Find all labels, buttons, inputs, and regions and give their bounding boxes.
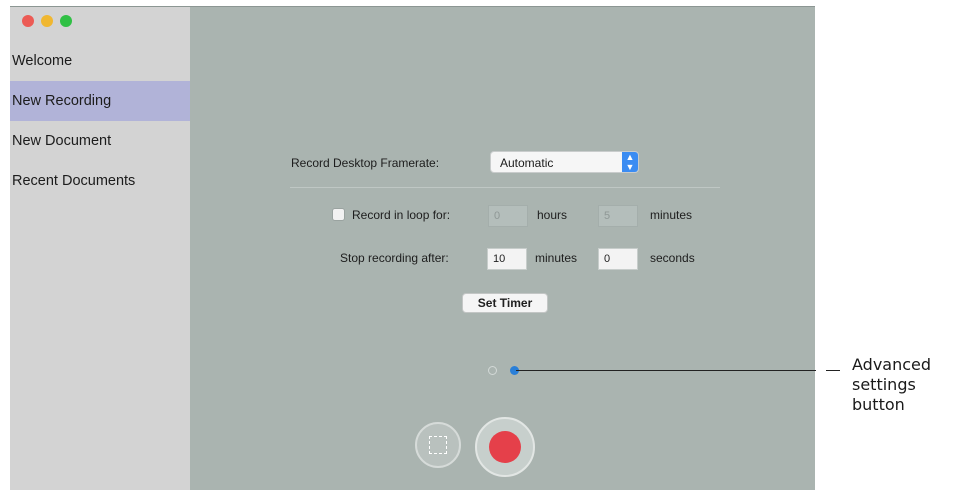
stop-seconds-label: seconds xyxy=(650,251,695,265)
main-panel: Record Desktop Framerate: Automatic ▲ ▼ R… xyxy=(190,7,815,490)
framerate-value: Automatic xyxy=(500,156,554,170)
area-select-button[interactable] xyxy=(415,422,461,468)
sidebar-item-welcome[interactable]: Welcome xyxy=(10,41,190,81)
callout-line-3: button xyxy=(852,395,905,414)
stop-minutes-field[interactable]: 10 xyxy=(487,248,527,270)
loop-checkbox[interactable] xyxy=(332,208,345,221)
loop-hours-label: hours xyxy=(537,208,568,222)
minimize-icon[interactable] xyxy=(41,15,53,27)
loop-minutes-field[interactable]: 5 xyxy=(598,205,638,227)
app-window: Welcome New Recording New Document Recen… xyxy=(10,6,815,490)
record-icon xyxy=(489,431,521,463)
page-dot-basic[interactable] xyxy=(488,366,497,375)
framerate-label: Record Desktop Framerate: xyxy=(291,156,440,170)
loop-minutes-label: minutes xyxy=(650,208,693,222)
callout-line xyxy=(826,370,840,371)
callout-line xyxy=(516,370,816,371)
callout-line-2: settings xyxy=(852,375,916,394)
sidebar-item-new-recording[interactable]: New Recording xyxy=(10,81,190,121)
divider xyxy=(290,187,720,188)
sidebar-item-label: New Document xyxy=(12,133,112,149)
callout-text: Advanced settings button xyxy=(852,355,956,415)
sidebar-item-recent-documents[interactable]: Recent Documents xyxy=(10,161,190,201)
area-select-icon xyxy=(429,436,447,454)
sidebar-item-new-document[interactable]: New Document xyxy=(10,121,190,161)
zoom-icon[interactable] xyxy=(60,15,72,27)
stop-seconds-field[interactable]: 0 xyxy=(598,248,638,270)
framerate-select[interactable]: Automatic ▲ ▼ xyxy=(490,151,639,173)
close-icon[interactable] xyxy=(22,15,34,27)
record-button[interactable] xyxy=(475,417,535,477)
loop-hours-field[interactable]: 0 xyxy=(488,205,528,227)
sidebar-item-label: Recent Documents xyxy=(12,173,136,189)
window-controls xyxy=(22,15,72,27)
loop-label: Record in loop for: xyxy=(352,208,451,222)
sidebar: Welcome New Recording New Document Recen… xyxy=(10,7,190,490)
set-timer-button[interactable]: Set Timer xyxy=(462,293,548,313)
popup-arrows-icon: ▲ ▼ xyxy=(622,152,638,172)
stop-label: Stop recording after: xyxy=(340,251,449,265)
sidebar-item-label: Welcome xyxy=(12,53,73,69)
sidebar-item-label: New Recording xyxy=(12,93,112,109)
stop-minutes-label: minutes xyxy=(535,251,578,265)
callout-line-1: Advanced xyxy=(852,355,932,374)
